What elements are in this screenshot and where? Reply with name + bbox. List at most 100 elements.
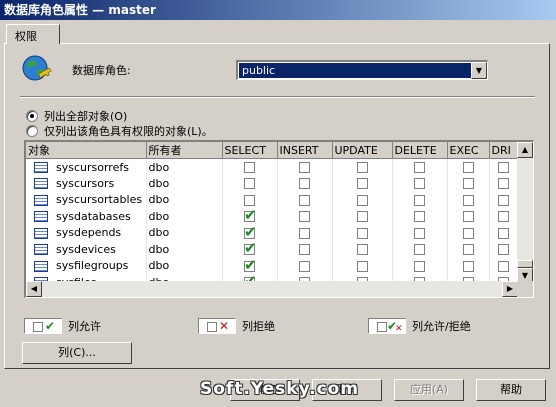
tab-permissions[interactable]: 权限 [6, 24, 60, 44]
permission-cell [277, 208, 333, 225]
table-row[interactable]: sysdepends dbo [26, 224, 519, 241]
permission-checkbox[interactable] [498, 244, 509, 256]
permission-checkbox[interactable] [356, 227, 368, 239]
permission-cell [222, 191, 278, 208]
permission-checkbox[interactable] [299, 178, 310, 190]
radio-label: 列出全部对象(O) [44, 110, 128, 123]
permission-checkbox[interactable] [462, 194, 474, 206]
scroll-left-icon[interactable]: ◀ [26, 281, 42, 297]
radio-list-all[interactable]: 列出全部对象(O) [26, 108, 127, 124]
permission-checkbox[interactable] [414, 211, 425, 223]
table-icon [34, 194, 48, 206]
column-header[interactable]: INSERT [277, 142, 333, 159]
object-name: sysfilegroups [56, 259, 129, 273]
table-icon [34, 244, 48, 256]
table-row[interactable]: sysdatabases dbo [26, 208, 519, 225]
column-header[interactable]: SELECT [222, 142, 278, 159]
radio-button[interactable] [26, 125, 38, 137]
permission-checkbox[interactable] [414, 260, 425, 272]
radio-list-permitted[interactable]: 仅列出该角色具有权限的对象(L)。 [26, 123, 213, 139]
permission-checkbox[interactable] [356, 194, 368, 206]
column-header[interactable]: 所有者 [146, 142, 223, 159]
apply-button[interactable]: 应用(A) [394, 379, 464, 401]
owner-cell: dbo [146, 191, 223, 208]
permission-checkbox[interactable] [299, 162, 310, 173]
table-row[interactable]: syscursortables dbo [26, 191, 519, 208]
permission-checkbox[interactable] [462, 211, 474, 223]
column-header[interactable]: 对象 [26, 142, 147, 159]
vertical-scrollbar[interactable]: ▲ ▼ [517, 142, 533, 284]
permission-checkbox[interactable] [462, 178, 474, 190]
permission-checkbox[interactable] [356, 260, 368, 272]
role-dropdown[interactable]: public ▼ [236, 60, 488, 80]
permission-checkbox[interactable] [356, 178, 368, 190]
table-row[interactable]: sysfilegroups dbo [26, 257, 519, 274]
permission-cell [277, 241, 333, 258]
horizontal-scrollbar[interactable]: ◀ ▶ [26, 281, 518, 297]
permission-checkbox[interactable] [244, 258, 257, 274]
check-icon: ✔ [45, 319, 56, 333]
table-icon [34, 211, 48, 223]
permission-checkbox[interactable] [244, 208, 257, 224]
permission-cell [447, 208, 490, 225]
scroll-up-icon[interactable]: ▲ [517, 142, 533, 158]
legend-deny-box: ✕ [198, 318, 236, 334]
permission-checkbox[interactable] [299, 244, 310, 256]
permission-checkbox[interactable] [299, 260, 310, 272]
permission-cell [447, 191, 490, 208]
help-button[interactable]: 帮助 [476, 379, 546, 401]
table-icon [34, 162, 48, 173]
permission-checkbox[interactable] [244, 241, 257, 257]
owner-cell: dbo [146, 241, 223, 258]
permission-checkbox[interactable] [356, 244, 368, 256]
chevron-down-icon[interactable]: ▼ [471, 62, 487, 79]
permission-cell [277, 257, 333, 274]
column-header[interactable]: DRI [489, 142, 519, 159]
permission-checkbox[interactable] [414, 227, 425, 239]
permission-checkbox[interactable] [414, 162, 425, 173]
permission-cell [222, 224, 278, 241]
permission-checkbox[interactable] [414, 194, 425, 206]
permissions-grid[interactable]: 对象 所有者 SELECT INSERT UPDATE DELETE EXEC DRI sys… [24, 140, 534, 298]
permission-checkbox[interactable] [414, 244, 425, 256]
permission-cell [222, 257, 278, 274]
permission-checkbox[interactable] [462, 244, 474, 256]
permission-checkbox[interactable] [244, 178, 255, 190]
scroll-right-icon[interactable]: ▶ [502, 281, 518, 297]
radio-button[interactable] [26, 110, 38, 122]
permission-cell [489, 224, 519, 241]
column-header[interactable]: UPDATE [332, 142, 393, 159]
permission-checkbox[interactable] [498, 227, 509, 239]
permission-checkbox[interactable] [299, 211, 310, 223]
legend-mixed-box: ✔ ✕ [368, 318, 406, 334]
permission-checkbox[interactable] [462, 162, 474, 173]
permission-checkbox[interactable] [244, 194, 255, 206]
table-icon [34, 178, 48, 190]
permission-cell [392, 224, 448, 241]
permission-checkbox[interactable] [299, 227, 310, 239]
table-row[interactable]: syscursors dbo [26, 175, 519, 192]
scroll-corner [517, 281, 533, 297]
permission-checkbox[interactable] [244, 162, 255, 173]
column-header[interactable]: EXEC [447, 142, 490, 159]
scroll-thumb[interactable] [517, 260, 533, 268]
permission-checkbox[interactable] [462, 227, 474, 239]
permission-checkbox[interactable] [498, 260, 509, 272]
permission-checkbox[interactable] [244, 225, 257, 241]
permission-checkbox[interactable] [414, 178, 425, 190]
permission-checkbox[interactable] [356, 162, 368, 173]
columns-button[interactable]: 列(C)... [22, 342, 132, 364]
table-row[interactable]: syscursorrefs dbo [26, 158, 519, 175]
permission-checkbox[interactable] [498, 162, 509, 173]
permission-checkbox[interactable] [299, 194, 310, 206]
permission-checkbox[interactable] [356, 211, 368, 223]
permission-checkbox[interactable] [498, 178, 509, 190]
permission-checkbox[interactable] [498, 211, 509, 223]
permission-checkbox[interactable] [498, 194, 509, 206]
object-cell: sysfilegroups [26, 257, 147, 274]
column-header[interactable]: DELETE [392, 142, 448, 159]
object-name: sysdepends [56, 226, 122, 240]
permission-checkbox[interactable] [462, 260, 474, 272]
table-row[interactable]: sysdevices dbo [26, 241, 519, 258]
legend-allow-label: 列允许 [68, 320, 101, 333]
